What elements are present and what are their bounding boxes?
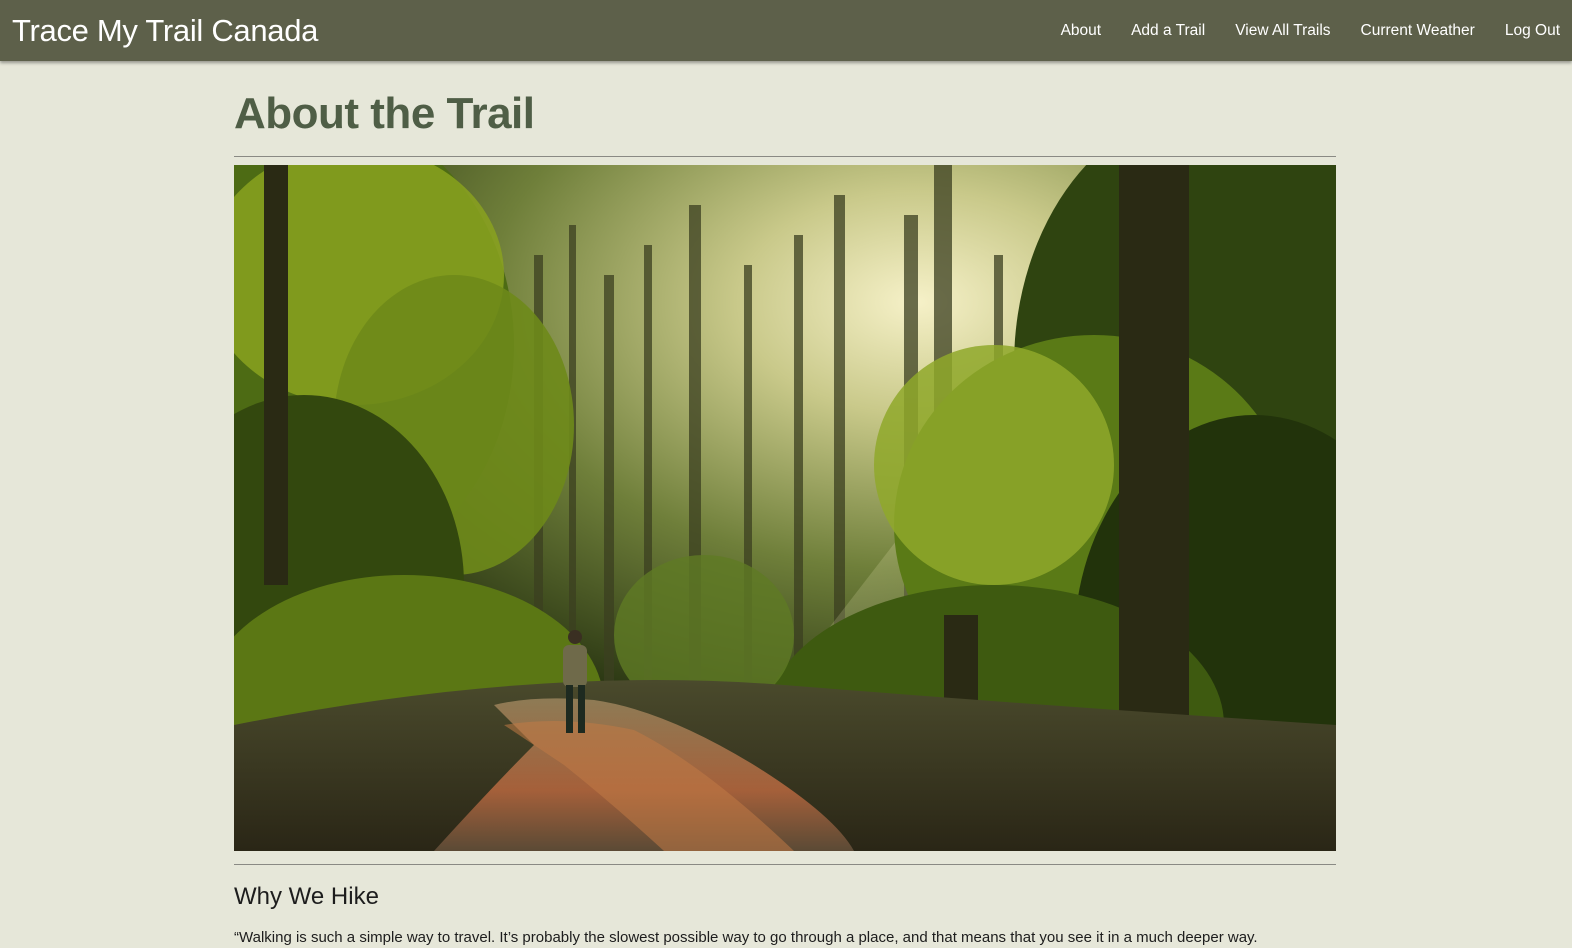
site-brand-link[interactable]: Trace My Trail Canada xyxy=(12,13,318,49)
nav-links: About Add a Trail View All Trails Curren… xyxy=(1061,0,1560,61)
nav-link-view-all-trails[interactable]: View All Trails xyxy=(1235,22,1330,40)
hike-quote: “Walking is such a simple way to travel.… xyxy=(234,929,1258,946)
nav-link-about[interactable]: About xyxy=(1061,22,1102,40)
page-title: About the Trail xyxy=(234,89,535,138)
nav-link-add-trail[interactable]: Add a Trail xyxy=(1131,22,1205,40)
nav-link-log-out[interactable]: Log Out xyxy=(1505,22,1560,40)
divider-bottom xyxy=(234,864,1336,865)
divider-top xyxy=(234,156,1336,157)
top-navbar: Trace My Trail Canada About Add a Trail … xyxy=(0,0,1572,61)
hero-forest-trail-image xyxy=(234,165,1336,851)
section-heading: Why We Hike xyxy=(234,883,379,910)
nav-link-current-weather[interactable]: Current Weather xyxy=(1361,22,1475,40)
main-content: About the Trail Why We Hike “Walking is … xyxy=(234,61,1336,948)
